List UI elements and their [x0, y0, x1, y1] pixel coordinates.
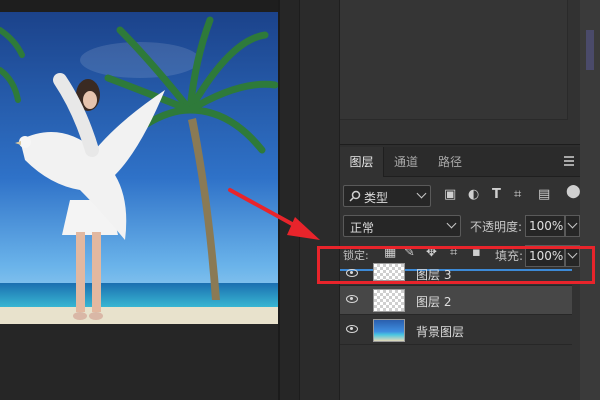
text-icon[interactable]: T: [492, 187, 501, 202]
upper-panel: [340, 0, 580, 145]
layer-filter-row: 类型 ▣ ◐ T ⌗ ▤ ⬤: [340, 183, 581, 209]
chevron-down-icon: [446, 218, 457, 229]
canvas-ruler-strip: [0, 0, 278, 12]
filter-type-label: 类型: [364, 191, 389, 205]
blend-row: 正常 不透明度: 100%: [340, 213, 580, 239]
blend-mode-value: 正常: [350, 221, 375, 235]
layers-list: 图层 3 图层 2 背景图层: [340, 263, 580, 400]
opacity-dropdown[interactable]: [565, 215, 580, 237]
layer-thumbnail: [373, 289, 405, 312]
panel-tabs: 图层 通道 路径: [340, 147, 580, 177]
tab-paths[interactable]: 路径: [428, 147, 472, 177]
highlight-box: [317, 246, 595, 284]
layer-thumbnail: [373, 319, 405, 342]
outer-scroll-strip: [580, 0, 600, 400]
right-dock: 图层 通道 路径 类型 ▣ ◐ T ⌗ ▤ ⬤ 正常 不透明度: 100% 锁定…: [280, 0, 600, 400]
chevron-down-icon: [567, 218, 578, 229]
shape-icon[interactable]: ⌗: [514, 187, 521, 202]
opacity-input[interactable]: 100%: [525, 215, 565, 237]
scroll-thumb[interactable]: [586, 30, 594, 70]
hamburger-menu-icon[interactable]: [564, 156, 574, 168]
document-canvas[interactable]: [0, 0, 278, 324]
search-icon: [349, 190, 361, 202]
layer-name: 图层 2: [416, 295, 452, 309]
tab-layers[interactable]: 图层: [340, 147, 384, 177]
arrow-icon: [228, 188, 320, 240]
upper-panel-content: [340, 0, 568, 120]
layer-row[interactable]: 图层 2: [340, 286, 572, 315]
tab-channels[interactable]: 通道: [384, 147, 428, 177]
adjustment-icon[interactable]: ◐: [468, 187, 479, 202]
blend-mode-select[interactable]: 正常: [343, 215, 461, 237]
eye-icon[interactable]: [346, 295, 358, 303]
chevron-down-icon: [416, 188, 427, 199]
smart-object-icon[interactable]: ▤: [538, 187, 550, 202]
layer-row[interactable]: 背景图层: [340, 316, 572, 345]
eye-icon[interactable]: [346, 325, 358, 333]
layer-name: 背景图层: [416, 325, 465, 339]
canvas-image: [0, 0, 278, 324]
image-icon[interactable]: ▣: [444, 187, 456, 202]
opacity-label: 不透明度:: [470, 220, 523, 234]
filter-toggle-icon[interactable]: ⬤: [566, 184, 581, 199]
layer-filter-select[interactable]: 类型: [343, 185, 431, 207]
